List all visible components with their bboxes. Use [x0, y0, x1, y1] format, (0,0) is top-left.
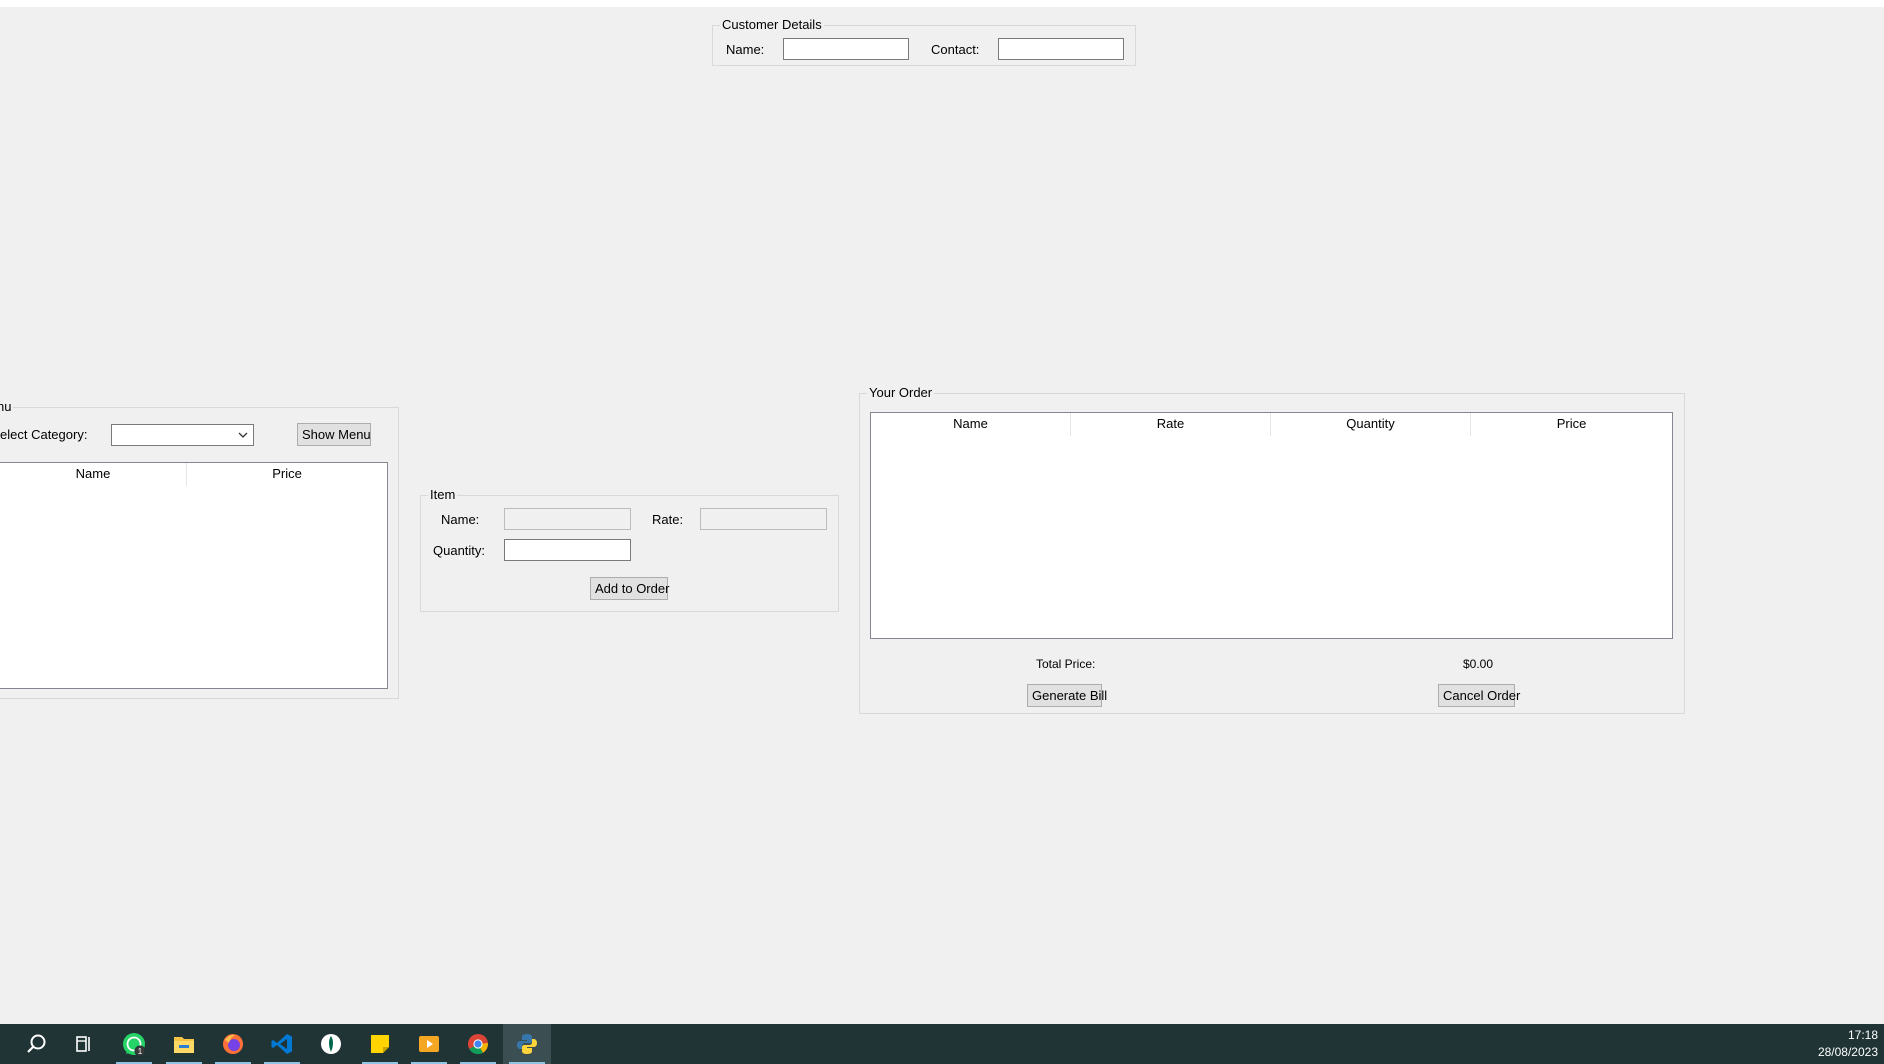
- order-table-header: Name Rate Quantity Price: [871, 413, 1672, 436]
- customer-contact-label: Contact:: [931, 42, 980, 57]
- order-title: Your Order: [869, 385, 933, 400]
- item-name-label: Name:: [441, 512, 480, 527]
- total-price-label: Total Price:: [1036, 657, 1096, 671]
- clock-date: 28/08/2023: [1817, 1045, 1878, 1059]
- order-column-name[interactable]: Name: [871, 413, 1071, 436]
- restaurant-app-window: Customer Details Name: Contact: nu elect…: [0, 0, 1884, 1064]
- item-quantity-input[interactable]: [504, 539, 631, 561]
- taskbar-clock[interactable]: 17:18 28/08/2023: [1818, 1027, 1878, 1061]
- taskbar-search[interactable]: [12, 1024, 60, 1064]
- task-view-icon: [76, 1036, 90, 1052]
- whatsapp-icon: 1: [123, 1033, 146, 1057]
- order-column-price[interactable]: Price: [1471, 413, 1672, 436]
- menu-column-name[interactable]: Name: [0, 463, 187, 486]
- taskbar-sticky-notes[interactable]: [356, 1024, 404, 1064]
- media-player-icon: [419, 1036, 439, 1052]
- python-icon: [517, 1034, 537, 1054]
- item-rate-field: [700, 508, 827, 530]
- taskbar-firefox[interactable]: [209, 1024, 257, 1064]
- chevron-down-icon[interactable]: [237, 430, 249, 440]
- taskbar-chrome[interactable]: [454, 1024, 502, 1064]
- taskbar-media-player[interactable]: [405, 1024, 453, 1064]
- order-column-quantity[interactable]: Quantity: [1271, 413, 1471, 436]
- category-label: elect Category:: [0, 427, 88, 442]
- item-title: Item: [430, 487, 456, 502]
- firefox-icon: [223, 1034, 243, 1054]
- generate-bill-button[interactable]: Generate Bill: [1027, 684, 1107, 707]
- item-name-field: [504, 508, 631, 530]
- taskbar-whatsapp[interactable]: 1: [110, 1024, 158, 1064]
- customer-name-input[interactable]: [783, 38, 909, 60]
- customer-details-title: Customer Details: [722, 17, 822, 32]
- category-combobox[interactable]: [111, 424, 254, 446]
- cancel-order-button[interactable]: Cancel Order: [1438, 684, 1520, 707]
- order-column-rate[interactable]: Rate: [1071, 413, 1271, 436]
- menu-column-price[interactable]: Price: [187, 463, 387, 486]
- taskbar-vscode[interactable]: [258, 1024, 306, 1064]
- taskbar-task-view[interactable]: [60, 1024, 108, 1064]
- add-to-order-button[interactable]: Add to Order: [590, 577, 669, 600]
- show-menu-button[interactable]: Show Menu: [297, 423, 371, 446]
- window-top-edge: [0, 0, 1884, 7]
- taskbar-mongodb-compass[interactable]: [307, 1024, 355, 1064]
- file-explorer-icon: [174, 1037, 194, 1053]
- order-items-table[interactable]: Name Rate Quantity Price: [870, 412, 1673, 639]
- clock-time: 17:18: [1847, 1028, 1878, 1042]
- menu-items-table[interactable]: Name Price: [0, 462, 388, 689]
- whatsapp-badge: 1: [138, 1047, 143, 1056]
- taskbar-python[interactable]: [503, 1024, 551, 1064]
- mongodb-compass-icon: [321, 1034, 341, 1054]
- taskbar-file-explorer[interactable]: [160, 1024, 208, 1064]
- windows-taskbar: 1 17:18 28/08/2023: [0, 1024, 1884, 1064]
- item-rate-label: Rate:: [652, 512, 684, 527]
- chrome-icon: [468, 1034, 488, 1055]
- customer-contact-input[interactable]: [998, 38, 1124, 60]
- item-quantity-label: Quantity:: [433, 543, 486, 558]
- search-icon: [27, 1034, 46, 1053]
- customer-name-label: Name:: [726, 42, 765, 57]
- menu-title: nu: [0, 399, 12, 414]
- sticky-notes-icon: [371, 1035, 389, 1053]
- menu-table-header: Name Price: [0, 463, 387, 486]
- vscode-icon: [271, 1034, 292, 1054]
- total-price-value: $0.00: [1463, 657, 1494, 671]
